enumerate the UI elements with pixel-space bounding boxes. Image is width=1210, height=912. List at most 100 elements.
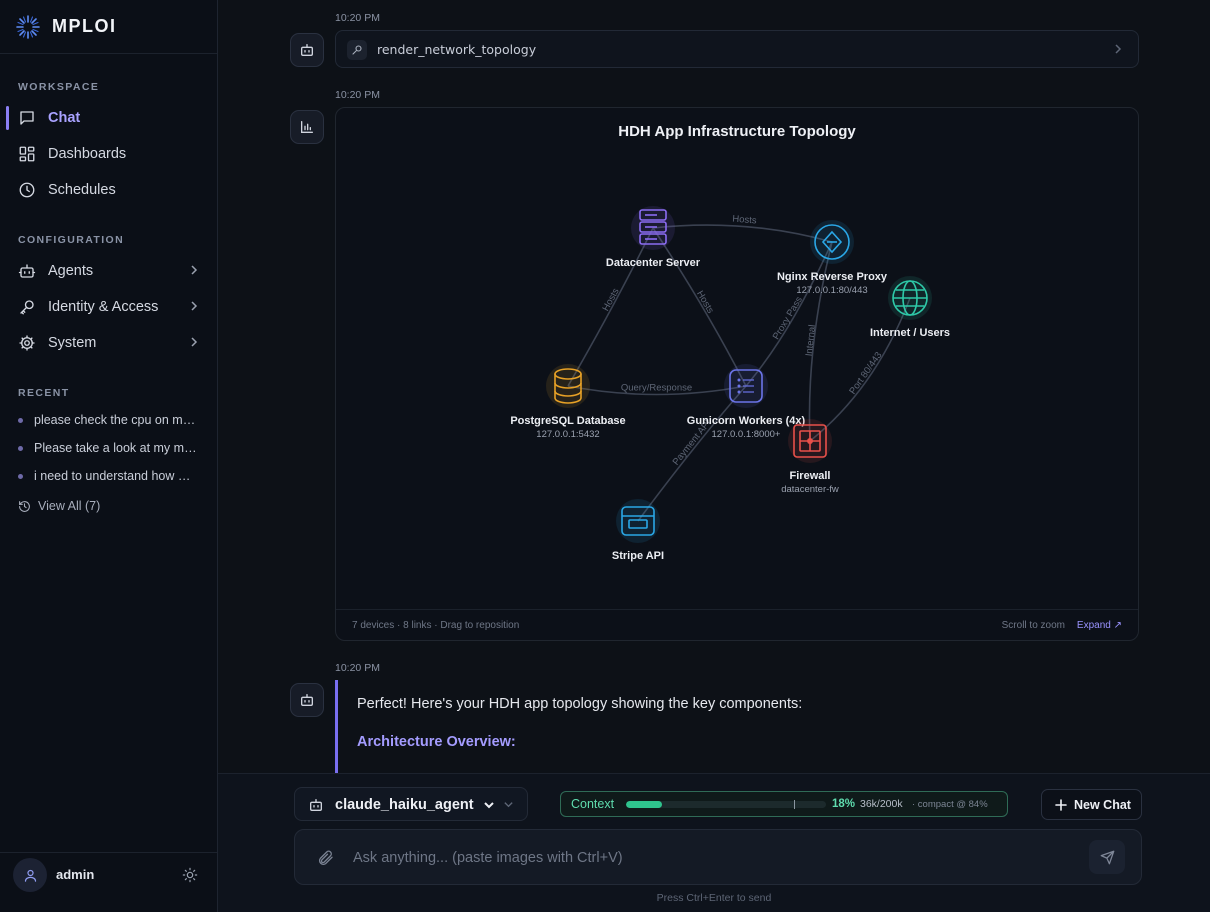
new-chat-button[interactable]: New Chat [1041, 789, 1142, 820]
sidebar-item-dashboards[interactable]: Dashboards [6, 139, 212, 169]
sidebar-item-label: Identity & Access [48, 299, 159, 315]
brand[interactable]: MPLOI [0, 0, 217, 54]
message-timestamp: 10:20 PM [335, 89, 380, 101]
recent-chat-item[interactable]: please check the cpu on my server [18, 410, 203, 430]
link-label: Hosts [694, 289, 716, 316]
bot-icon [18, 262, 36, 280]
context-tokens: 36k/200k [860, 798, 903, 810]
sidebar-item-label: Schedules [48, 182, 116, 198]
tool-call-card[interactable]: render_network_topology [335, 30, 1139, 68]
chevron-right-icon [188, 300, 200, 312]
context-percent: 18% [832, 798, 856, 810]
assistant-message: Perfect! Here's your HDH app topology sh… [335, 680, 1139, 773]
grid-icon [18, 145, 36, 163]
expand-link[interactable]: Expand ↗ [1077, 620, 1122, 631]
compact-threshold: · compact @ 84% [912, 799, 988, 810]
chat-main: 10:20 PM render_network_topology 10:20 P… [218, 0, 1210, 912]
gear-icon [18, 334, 36, 352]
sidebar-item-chat[interactable]: Chat [6, 103, 212, 133]
link-label: Hosts [732, 214, 757, 227]
bullet-dot [18, 417, 23, 423]
bullet-dot [18, 473, 23, 479]
view-all-link[interactable]: View All (7) [18, 496, 100, 516]
clock-icon [18, 181, 36, 199]
logo-icon [16, 14, 40, 39]
agent-select[interactable]: claude_haiku_agent [294, 787, 528, 821]
theme-toggle-button[interactable] [182, 867, 200, 885]
bar-chart-icon [301, 121, 313, 133]
topology-node-internet[interactable]: Internet / Users [870, 276, 950, 339]
link-label: Proxy Pass [771, 295, 805, 342]
topology-link [809, 297, 911, 442]
chevron-right-icon [188, 264, 200, 276]
avatar[interactable] [13, 858, 47, 892]
link-label: Internal [804, 324, 818, 357]
workspace-label: WORKSPACE [18, 81, 100, 93]
send-button[interactable] [1089, 840, 1125, 874]
send-icon [1100, 850, 1114, 864]
message-timestamp: 10:20 PM [335, 662, 380, 674]
wrench-icon [347, 40, 367, 60]
context-label: Context [571, 797, 615, 811]
node-address: datacenter-fw [781, 484, 839, 495]
bot-icon [301, 694, 313, 706]
link-label: Hosts [600, 286, 621, 313]
node-label: Stripe API [612, 550, 664, 562]
node-label: Gunicorn Workers (4x) [687, 415, 806, 427]
view-all-label: View All (7) [38, 499, 101, 513]
recent-chat-title: Please take a look at my metrics [34, 441, 199, 455]
topology-link [652, 224, 833, 243]
configuration-label: CONFIGURATION [18, 234, 125, 246]
message-timestamp: 10:20 PM [335, 12, 380, 24]
bot-icon [301, 44, 313, 56]
node-label: Nginx Reverse Proxy [777, 271, 888, 283]
sidebar-item-label: Dashboards [48, 146, 127, 162]
recent-chat-item[interactable]: i need to understand how my app works [18, 466, 203, 486]
chevron-down-icon [503, 799, 514, 810]
key-icon [18, 298, 36, 316]
node-address: 127.0.0.1:8000+ [712, 429, 781, 440]
agent-name: claude_haiku_agent [335, 797, 474, 813]
topology-node-firewall[interactable]: Firewall datacenter-fw [781, 419, 839, 495]
user-icon [24, 869, 36, 882]
sidebar-item-schedules[interactable]: Schedules [6, 175, 212, 205]
chart-avatar [290, 110, 324, 144]
bot-avatar [290, 683, 324, 717]
topology-stats: 7 devices · 8 links · Drag to reposition [352, 620, 520, 631]
message-input[interactable] [353, 845, 1073, 871]
node-label: Datacenter Server [606, 257, 701, 269]
compact-threshold-marker [794, 800, 795, 809]
sun-icon [182, 867, 198, 883]
link-label: Query/Response [621, 383, 692, 394]
topology-diagram[interactable]: HostsHosts HostsQuery/ResponseProxy PassI… [336, 108, 1140, 610]
new-chat-label: New Chat [1074, 798, 1131, 812]
context-fill [626, 801, 662, 808]
message-square-icon [18, 109, 36, 127]
plus-icon [1055, 799, 1067, 811]
send-hint: Press Ctrl+Enter to send [656, 892, 772, 904]
topology-node-pg[interactable]: PostgreSQL Database 127.0.0.1:5432 [510, 364, 626, 440]
topology-link [652, 227, 747, 387]
context-track [626, 801, 826, 808]
topology-link [637, 385, 747, 522]
topology-node-stripe[interactable]: Stripe API [612, 499, 664, 562]
recent-chat-title: please check the cpu on my server [34, 413, 199, 427]
sidebar-item-identity-access[interactable]: Identity & Access [6, 292, 212, 322]
message-text: Perfect! Here's your HDH app topology sh… [357, 696, 803, 712]
topology-node-dc[interactable]: Datacenter Server [606, 206, 701, 269]
topology-card: HDH App Infrastructure Topology Hosts Hos… [335, 107, 1139, 641]
brand-name: MPLOI [52, 16, 117, 36]
paperclip-icon[interactable] [317, 849, 335, 867]
message-input-box [294, 829, 1142, 885]
bot-icon [308, 797, 324, 813]
bot-avatar [290, 33, 324, 67]
user-name: admin [56, 867, 95, 882]
bullet-dot [18, 445, 23, 451]
recent-chat-item[interactable]: Please take a look at my metrics [18, 438, 203, 458]
topology-node-nginx[interactable]: Nginx Reverse Proxy 127.0.0.1:80/443 [777, 220, 888, 296]
sidebar-item-system[interactable]: System [6, 328, 212, 358]
chevron-right-icon [1112, 43, 1124, 55]
node-address: 127.0.0.1:5432 [536, 429, 599, 440]
sidebar-item-agents[interactable]: Agents [6, 256, 212, 286]
sidebar: MPLOI WORKSPACE Chat Dashboards Schedule… [0, 0, 218, 912]
